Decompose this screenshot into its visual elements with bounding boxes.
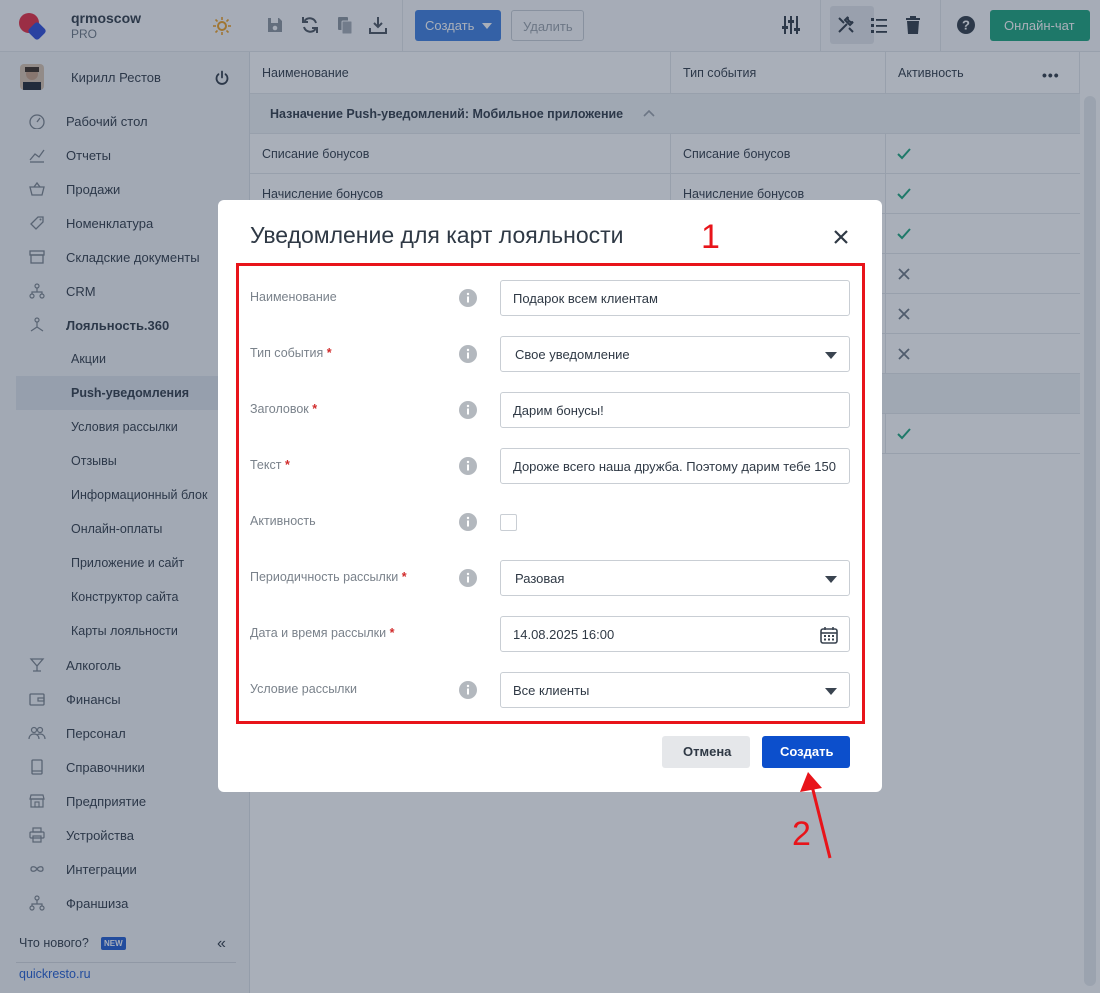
required-mark: * xyxy=(326,346,332,360)
info-icon[interactable] xyxy=(458,568,478,588)
field-label: Текст * xyxy=(250,458,290,472)
text-input[interactable]: Дороже всего наша дружба. Поэтому дарим … xyxy=(500,448,850,484)
required-mark: * xyxy=(312,402,318,416)
info-icon[interactable] xyxy=(458,512,478,532)
heading-input[interactable]: Дарим бонусы! xyxy=(500,392,850,428)
required-mark: * xyxy=(401,570,407,584)
chevron-down-icon xyxy=(825,352,837,359)
info-icon[interactable] xyxy=(458,680,478,700)
cancel-button-label: Отмена xyxy=(683,744,732,759)
periodicity-select[interactable]: Разовая xyxy=(500,560,850,596)
calendar-icon[interactable] xyxy=(819,625,839,645)
input-value: 14.08.2025 16:00 xyxy=(513,627,615,642)
field-label: Периодичность рассылки * xyxy=(250,570,407,584)
field-periodicity: Периодичность рассылки * Разовая xyxy=(218,560,882,596)
field-label: Наименование xyxy=(250,290,337,304)
field-condition: Условие рассылки Все клиенты xyxy=(218,672,882,708)
field-active: Активность xyxy=(218,504,882,540)
field-label: Дата и время рассылки * xyxy=(250,626,395,640)
select-value: Разовая xyxy=(515,571,565,586)
name-input[interactable]: Подарок всем клиентам xyxy=(500,280,850,316)
input-value: Подарок всем клиентам xyxy=(513,291,658,306)
chevron-down-icon xyxy=(825,688,837,695)
condition-select[interactable]: Все клиенты xyxy=(500,672,850,708)
info-icon[interactable] xyxy=(458,400,478,420)
field-label: Активность xyxy=(250,514,316,528)
event-type-select[interactable]: Свое уведомление xyxy=(500,336,850,372)
field-label: Заголовок * xyxy=(250,402,318,416)
app-window: qrmoscow PRO Кирилл Рестов Рабочий стол … xyxy=(0,0,1100,993)
annotation-highlight-box xyxy=(236,263,865,724)
annotation-step-1: 1 xyxy=(701,218,720,256)
loyalty-notification-dialog: Уведомление для карт лояльности 1 Наимен… xyxy=(218,200,882,792)
chevron-down-icon xyxy=(825,576,837,583)
required-mark: * xyxy=(389,626,395,640)
info-icon[interactable] xyxy=(458,344,478,364)
field-event-type: Тип события * Свое уведомление xyxy=(218,336,882,372)
select-value: Все клиенты xyxy=(513,683,590,698)
select-value: Свое уведомление xyxy=(515,347,630,362)
active-checkbox[interactable] xyxy=(500,514,517,531)
dialog-title: Уведомление для карт лояльности xyxy=(250,222,624,248)
datetime-input[interactable]: 14.08.2025 16:00 xyxy=(500,616,850,652)
required-mark: * xyxy=(284,458,290,472)
info-icon[interactable] xyxy=(458,456,478,476)
input-value: Дарим бонусы! xyxy=(513,403,604,418)
field-label: Условие рассылки xyxy=(250,682,357,696)
field-name: Наименование Подарок всем клиентам xyxy=(218,280,882,316)
annotation-step-2: 2 xyxy=(792,815,811,853)
field-text: Текст * Дороже всего наша дружба. Поэтом… xyxy=(218,448,882,484)
info-icon[interactable] xyxy=(458,288,478,308)
close-icon[interactable] xyxy=(833,229,849,245)
submit-button[interactable]: Создать xyxy=(762,736,850,768)
submit-button-label: Создать xyxy=(780,744,834,759)
field-label: Тип события * xyxy=(250,346,332,360)
input-value: Дороже всего наша дружба. Поэтому дарим … xyxy=(513,459,836,474)
field-datetime: Дата и время рассылки * 14.08.2025 16:00 xyxy=(218,616,882,652)
field-heading: Заголовок * Дарим бонусы! xyxy=(218,392,882,428)
cancel-button[interactable]: Отмена xyxy=(662,736,750,768)
